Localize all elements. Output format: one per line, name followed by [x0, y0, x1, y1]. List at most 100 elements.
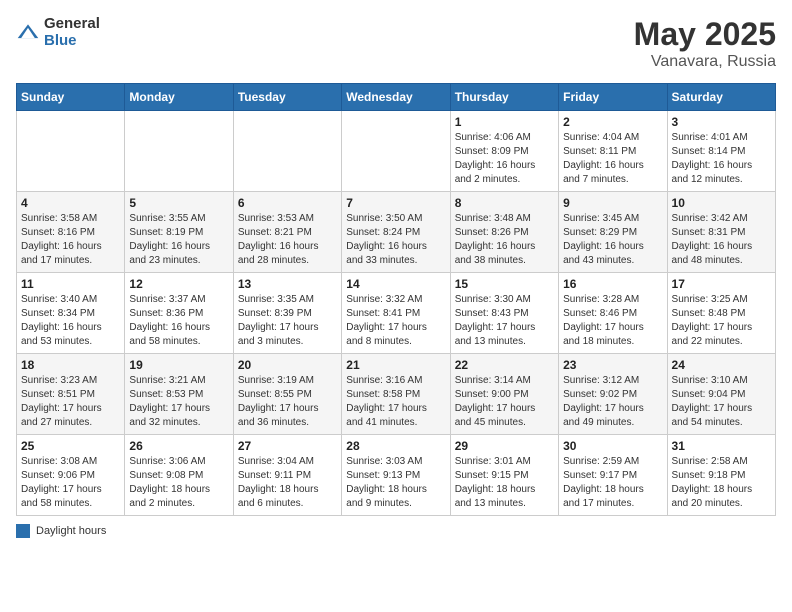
calendar-cell: 1Sunrise: 4:06 AM Sunset: 8:09 PM Daylig…	[450, 111, 558, 192]
calendar-cell: 21Sunrise: 3:16 AM Sunset: 8:58 PM Dayli…	[342, 354, 450, 435]
day-info: Sunrise: 3:25 AM Sunset: 8:48 PM Dayligh…	[672, 293, 771, 349]
day-info: Sunrise: 3:10 AM Sunset: 9:04 PM Dayligh…	[672, 374, 771, 430]
day-info: Sunrise: 3:01 AM Sunset: 9:15 PM Dayligh…	[455, 455, 554, 511]
day-header-monday: Monday	[125, 84, 233, 111]
day-number: 3	[672, 115, 771, 129]
calendar-cell: 12 Sunrise: 3:37 AM Sunset: 8:36 PM Dayli…	[125, 273, 233, 354]
calendar-cell: 24 Sunrise: 3:10 AM Sunset: 9:04 PM Dayli…	[667, 354, 775, 435]
calendar-cell: 27Sunrise: 3:04 AM Sunset: 9:11 PM Dayli…	[233, 435, 341, 516]
calendar-week-row: 18 Sunrise: 3:23 AM Sunset: 8:51 PM Dayli…	[17, 354, 776, 435]
day-number: 26	[129, 439, 228, 453]
day-number: 20	[238, 358, 337, 372]
calendar-cell: 5 Sunrise: 3:55 AM Sunset: 8:19 PM Daylig…	[125, 192, 233, 273]
calendar-header-row: SundayMondayTuesdayWednesdayThursdayFrid…	[17, 84, 776, 111]
logo-blue-text: Blue	[44, 33, 100, 50]
day-number: 12	[129, 277, 228, 291]
day-number: 27	[238, 439, 337, 453]
day-info: Sunrise: 3:45 AM Sunset: 8:29 PM Dayligh…	[563, 212, 662, 268]
day-info: Sunrise: 3:35 AM Sunset: 8:39 PM Dayligh…	[238, 293, 337, 349]
subtitle: Vanavara, Russia	[634, 53, 776, 71]
day-number: 25	[21, 439, 120, 453]
calendar-cell: 3 Sunrise: 4:01 AM Sunset: 8:14 PM Daylig…	[667, 111, 775, 192]
day-number: 23	[563, 358, 662, 372]
day-info: Sunrise: 3:19 AM Sunset: 8:55 PM Dayligh…	[238, 374, 337, 430]
day-header-wednesday: Wednesday	[342, 84, 450, 111]
day-info: Sunrise: 4:06 AM Sunset: 8:09 PM Dayligh…	[455, 131, 554, 187]
calendar-cell: 25 Sunrise: 3:08 AM Sunset: 9:06 PM Dayli…	[17, 435, 125, 516]
calendar-cell: 22Sunrise: 3:14 AM Sunset: 9:00 PM Dayli…	[450, 354, 558, 435]
title-block: May 2025 Vanavara, Russia	[634, 16, 776, 71]
day-number: 18	[21, 358, 120, 372]
day-info: Sunrise: 3:42 AM Sunset: 8:31 PM Dayligh…	[672, 212, 771, 268]
day-number: 29	[455, 439, 554, 453]
logo: General Blue	[16, 16, 100, 49]
calendar-cell: 10 Sunrise: 3:42 AM Sunset: 8:31 PM Dayli…	[667, 192, 775, 273]
day-number: 9	[563, 196, 662, 210]
calendar-cell: 17 Sunrise: 3:25 AM Sunset: 8:48 PM Dayli…	[667, 273, 775, 354]
day-info: Sunrise: 3:32 AM Sunset: 8:41 PM Dayligh…	[346, 293, 445, 349]
day-number: 6	[238, 196, 337, 210]
day-info: Sunrise: 4:04 AM Sunset: 8:11 PM Dayligh…	[563, 131, 662, 187]
day-info: Sunrise: 3:28 AM Sunset: 8:46 PM Dayligh…	[563, 293, 662, 349]
day-info: Sunrise: 4:01 AM Sunset: 8:14 PM Dayligh…	[672, 131, 771, 187]
day-info: Sunrise: 3:37 AM Sunset: 8:36 PM Dayligh…	[129, 293, 228, 349]
calendar-cell: 28 Sunrise: 3:03 AM Sunset: 9:13 PM Dayli…	[342, 435, 450, 516]
main-title: May 2025	[634, 16, 776, 53]
day-info: Sunrise: 3:23 AM Sunset: 8:51 PM Dayligh…	[21, 374, 120, 430]
day-info: Sunrise: 3:53 AM Sunset: 8:21 PM Dayligh…	[238, 212, 337, 268]
day-number: 4	[21, 196, 120, 210]
calendar-cell	[233, 111, 341, 192]
day-info: Sunrise: 3:55 AM Sunset: 8:19 PM Dayligh…	[129, 212, 228, 268]
day-number: 17	[672, 277, 771, 291]
calendar-cell: 4 Sunrise: 3:58 AM Sunset: 8:16 PM Daylig…	[17, 192, 125, 273]
day-info: Sunrise: 3:16 AM Sunset: 8:58 PM Dayligh…	[346, 374, 445, 430]
calendar-cell: 20 Sunrise: 3:19 AM Sunset: 8:55 PM Dayli…	[233, 354, 341, 435]
day-header-saturday: Saturday	[667, 84, 775, 111]
calendar-cell: 8Sunrise: 3:48 AM Sunset: 8:26 PM Daylig…	[450, 192, 558, 273]
legend-box	[16, 524, 30, 538]
calendar-cell: 23Sunrise: 3:12 AM Sunset: 9:02 PM Dayli…	[559, 354, 667, 435]
day-info: Sunrise: 3:06 AM Sunset: 9:08 PM Dayligh…	[129, 455, 228, 511]
calendar-cell: 15Sunrise: 3:30 AM Sunset: 8:43 PM Dayli…	[450, 273, 558, 354]
day-info: Sunrise: 2:59 AM Sunset: 9:17 PM Dayligh…	[563, 455, 662, 511]
day-number: 16	[563, 277, 662, 291]
day-number: 31	[672, 439, 771, 453]
day-number: 24	[672, 358, 771, 372]
calendar-cell: 19 Sunrise: 3:21 AM Sunset: 8:53 PM Dayli…	[125, 354, 233, 435]
day-number: 13	[238, 277, 337, 291]
calendar-week-row: 11Sunrise: 3:40 AM Sunset: 8:34 PM Dayli…	[17, 273, 776, 354]
calendar-cell	[17, 111, 125, 192]
logo-icon	[16, 21, 40, 45]
day-number: 5	[129, 196, 228, 210]
day-info: Sunrise: 2:58 AM Sunset: 9:18 PM Dayligh…	[672, 455, 771, 511]
calendar-cell: 18 Sunrise: 3:23 AM Sunset: 8:51 PM Dayli…	[17, 354, 125, 435]
calendar-cell: 16 Sunrise: 3:28 AM Sunset: 8:46 PM Dayli…	[559, 273, 667, 354]
calendar-cell	[342, 111, 450, 192]
calendar-week-row: 1Sunrise: 4:06 AM Sunset: 8:09 PM Daylig…	[17, 111, 776, 192]
calendar-cell: 26 Sunrise: 3:06 AM Sunset: 9:08 PM Dayli…	[125, 435, 233, 516]
calendar-cell: 29 Sunrise: 3:01 AM Sunset: 9:15 PM Dayli…	[450, 435, 558, 516]
day-number: 11	[21, 277, 120, 291]
page-header: General Blue May 2025 Vanavara, Russia	[16, 16, 776, 71]
calendar-cell: 6 Sunrise: 3:53 AM Sunset: 8:21 PM Daylig…	[233, 192, 341, 273]
logo-general-text: General	[44, 16, 100, 33]
day-header-friday: Friday	[559, 84, 667, 111]
calendar-cell: 11Sunrise: 3:40 AM Sunset: 8:34 PM Dayli…	[17, 273, 125, 354]
legend: Daylight hours	[16, 524, 776, 538]
day-number: 30	[563, 439, 662, 453]
day-number: 22	[455, 358, 554, 372]
day-info: Sunrise: 3:21 AM Sunset: 8:53 PM Dayligh…	[129, 374, 228, 430]
day-info: Sunrise: 3:03 AM Sunset: 9:13 PM Dayligh…	[346, 455, 445, 511]
day-header-thursday: Thursday	[450, 84, 558, 111]
calendar-week-row: 4 Sunrise: 3:58 AM Sunset: 8:16 PM Daylig…	[17, 192, 776, 273]
day-info: Sunrise: 3:58 AM Sunset: 8:16 PM Dayligh…	[21, 212, 120, 268]
calendar-week-row: 25 Sunrise: 3:08 AM Sunset: 9:06 PM Dayli…	[17, 435, 776, 516]
day-number: 7	[346, 196, 445, 210]
day-number: 28	[346, 439, 445, 453]
calendar-cell: 30 Sunrise: 2:59 AM Sunset: 9:17 PM Dayli…	[559, 435, 667, 516]
day-number: 10	[672, 196, 771, 210]
day-info: Sunrise: 3:08 AM Sunset: 9:06 PM Dayligh…	[21, 455, 120, 511]
day-number: 19	[129, 358, 228, 372]
day-header-tuesday: Tuesday	[233, 84, 341, 111]
day-number: 15	[455, 277, 554, 291]
